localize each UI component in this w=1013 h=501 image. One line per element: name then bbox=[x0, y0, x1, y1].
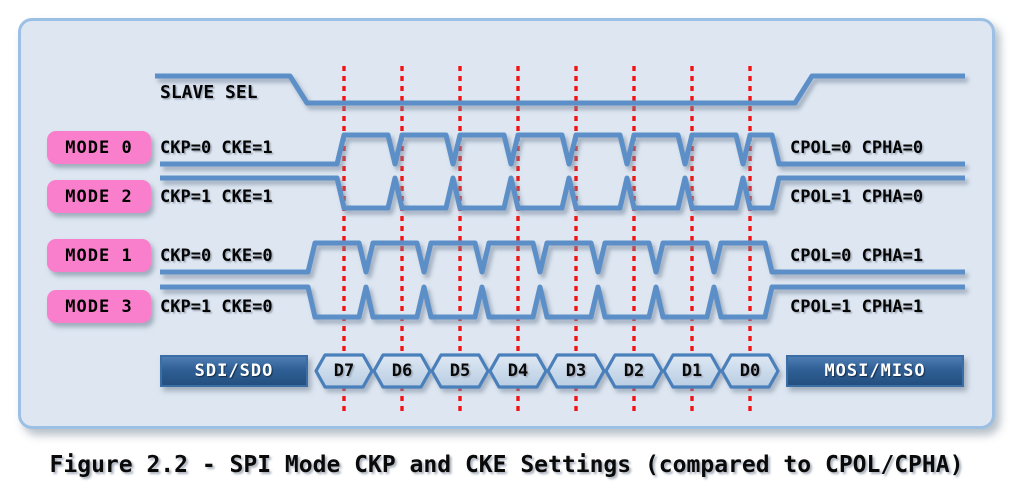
mode-0-ckp-cke-label: CKP=0 CKE=1 bbox=[160, 138, 273, 158]
mode-3-ckp-cke-label: CKP=1 CKE=0 bbox=[160, 297, 273, 317]
waveform-slave-select bbox=[155, 73, 965, 106]
mode-badge-2[interactable]: MODE 2 bbox=[47, 180, 151, 213]
mode-badge-3[interactable]: MODE 3 bbox=[47, 290, 151, 323]
bus-label-mosi-miso: MOSI/MISO bbox=[786, 355, 964, 387]
figure-caption: Figure 2.2 - SPI Mode CKP and CKE Settin… bbox=[49, 452, 964, 478]
mode-0-cpol-cpha-label: CPOL=0 CPHA=0 bbox=[790, 138, 924, 158]
bus-label-sdi-sdo: SDI/SDO bbox=[160, 355, 308, 387]
mode-badge-0[interactable]: MODE 0 bbox=[47, 131, 151, 164]
mode-2-ckp-cke-label: CKP=1 CKE=1 bbox=[160, 187, 273, 207]
figure-root: SLAVE SEL MODE 0 MODE 2 MODE 1 MODE 3 CK… bbox=[0, 0, 1013, 501]
slave-select-label: SLAVE SEL bbox=[160, 82, 258, 103]
mode-3-cpol-cpha-label: CPOL=1 CPHA=1 bbox=[790, 297, 924, 317]
data-bus-cells bbox=[314, 353, 780, 389]
mode-badge-1[interactable]: MODE 1 bbox=[47, 239, 151, 272]
mode-1-cpol-cpha-label: CPOL=0 CPHA=1 bbox=[790, 246, 924, 266]
mode-1-ckp-cke-label: CKP=0 CKE=0 bbox=[160, 246, 273, 266]
mode-2-cpol-cpha-label: CPOL=1 CPHA=0 bbox=[790, 187, 924, 207]
